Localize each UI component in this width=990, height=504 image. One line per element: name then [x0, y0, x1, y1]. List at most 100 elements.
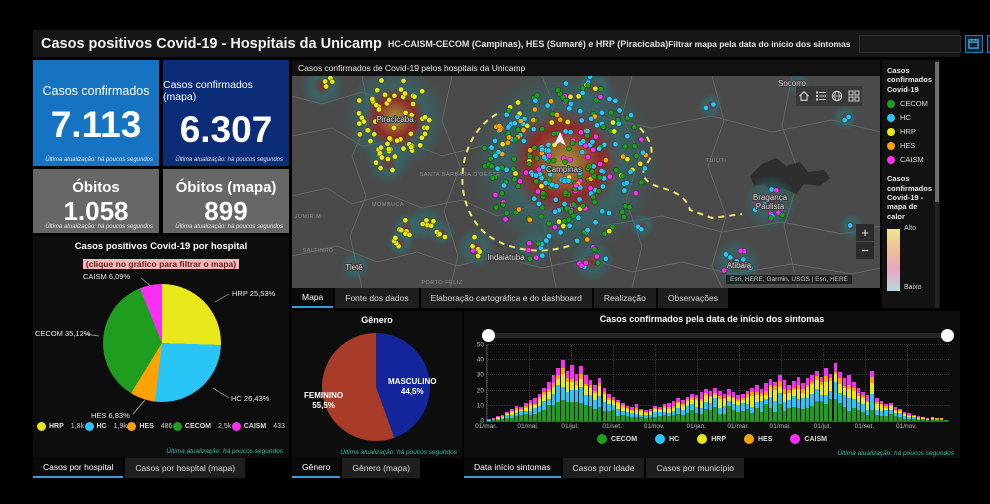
case-dot[interactable]	[594, 254, 599, 259]
case-dot[interactable]	[500, 142, 505, 147]
case-dot[interactable]	[545, 103, 550, 108]
case-dot[interactable]	[601, 124, 606, 129]
case-dot[interactable]	[534, 255, 539, 260]
case-dot[interactable]	[567, 146, 572, 151]
case-dot[interactable]	[385, 156, 390, 161]
ts-legend-item-hrp[interactable]: HRP	[697, 434, 726, 444]
case-dot[interactable]	[599, 168, 604, 173]
case-dot[interactable]	[535, 156, 540, 161]
case-dot[interactable]	[638, 161, 643, 166]
case-dot[interactable]	[419, 135, 424, 140]
case-dot[interactable]	[583, 260, 588, 265]
case-dot[interactable]	[392, 154, 397, 159]
case-dot[interactable]	[402, 91, 407, 96]
case-dot[interactable]	[769, 215, 774, 220]
case-dot[interactable]	[372, 132, 377, 137]
case-dot[interactable]	[558, 230, 563, 235]
case-dot[interactable]	[563, 81, 568, 86]
case-dot[interactable]	[639, 180, 644, 185]
case-dot[interactable]	[629, 113, 634, 118]
case-dot[interactable]	[526, 248, 531, 253]
case-dot[interactable]	[507, 135, 512, 140]
case-dot[interactable]	[600, 209, 605, 214]
case-dot[interactable]	[607, 174, 612, 179]
case-dot[interactable]	[617, 108, 622, 113]
case-dot[interactable]	[373, 160, 378, 165]
ts-legend-item-caism[interactable]: CAISM	[790, 434, 827, 444]
case-dot[interactable]	[401, 78, 406, 83]
case-dot[interactable]	[580, 150, 585, 155]
map[interactable]: PiracicabaCampinasIndaiatubaTietêBraganç…	[292, 76, 880, 288]
case-dot[interactable]	[512, 121, 517, 126]
case-dot[interactable]	[525, 123, 530, 128]
case-dot[interactable]	[527, 161, 532, 166]
case-dot[interactable]	[580, 90, 585, 95]
case-dot[interactable]	[378, 166, 383, 171]
case-dot[interactable]	[387, 136, 392, 141]
case-dot[interactable]	[392, 93, 397, 98]
case-dot[interactable]	[390, 168, 395, 173]
case-dot[interactable]	[412, 94, 417, 99]
case-dot[interactable]	[607, 96, 612, 101]
date-from-input[interactable]	[859, 35, 961, 53]
case-dot[interactable]	[495, 166, 500, 171]
case-dot[interactable]	[427, 118, 432, 123]
hospital-tab-0[interactable]: Casos por hospital	[33, 458, 123, 478]
case-dot[interactable]	[711, 102, 716, 107]
case-dot[interactable]	[323, 79, 328, 84]
case-dot[interactable]	[620, 154, 625, 159]
zoom-in-button[interactable]: +	[856, 224, 874, 241]
case-dot[interactable]	[549, 120, 554, 125]
case-dot[interactable]	[595, 260, 600, 265]
case-dot[interactable]	[503, 217, 508, 222]
case-dot[interactable]	[470, 244, 475, 249]
case-dot[interactable]	[493, 153, 498, 158]
case-dot[interactable]	[600, 184, 605, 189]
time-tab-1[interactable]: Casos por idade	[563, 458, 645, 478]
case-dot[interactable]	[639, 137, 644, 142]
case-dot[interactable]	[590, 139, 595, 144]
case-dot[interactable]	[563, 159, 568, 164]
case-dot[interactable]	[542, 155, 547, 160]
case-dot[interactable]	[842, 118, 847, 123]
case-dot[interactable]	[527, 217, 532, 222]
case-dot[interactable]	[506, 124, 511, 129]
gender-tab-1[interactable]: Gênero (mapa)	[342, 458, 420, 478]
case-dot[interactable]	[497, 123, 502, 128]
case-dot[interactable]	[551, 131, 556, 136]
case-dot[interactable]	[625, 134, 630, 139]
case-dot[interactable]	[395, 138, 400, 143]
case-dot[interactable]	[409, 145, 414, 150]
slider-handle-left[interactable]	[482, 329, 495, 342]
time-tab-2[interactable]: Casos por município	[646, 458, 743, 478]
case-dot[interactable]	[553, 209, 558, 214]
zoom-out-button[interactable]: −	[856, 242, 874, 259]
case-dot[interactable]	[552, 225, 557, 230]
case-dot[interactable]	[379, 155, 384, 160]
case-dot[interactable]	[561, 224, 566, 229]
gender-tab-0[interactable]: Gênero	[292, 458, 340, 478]
case-dot[interactable]	[504, 167, 509, 172]
case-dot[interactable]	[532, 196, 537, 201]
case-dot[interactable]	[420, 89, 425, 94]
case-dot[interactable]	[540, 253, 545, 258]
pie-legend-item-caism[interactable]: CAISM433	[232, 422, 285, 431]
case-dot[interactable]	[612, 129, 617, 134]
case-dot[interactable]	[549, 99, 554, 104]
case-dot[interactable]	[571, 202, 576, 207]
case-dot[interactable]	[588, 76, 593, 79]
case-dot[interactable]	[585, 237, 590, 242]
case-dot[interactable]	[628, 169, 633, 174]
case-dot[interactable]	[592, 200, 597, 205]
case-dot[interactable]	[442, 234, 447, 239]
case-dot[interactable]	[591, 147, 596, 152]
case-dot[interactable]	[570, 140, 575, 145]
map-tab-1[interactable]: Fonte dos dados	[335, 288, 418, 308]
case-dot[interactable]	[356, 111, 361, 116]
case-dot[interactable]	[546, 142, 551, 147]
case-dot[interactable]	[534, 179, 539, 184]
case-dot[interactable]	[539, 147, 544, 152]
case-dot[interactable]	[501, 202, 506, 207]
case-dot[interactable]	[568, 157, 573, 162]
map-tab-0[interactable]: Mapa	[292, 288, 333, 308]
